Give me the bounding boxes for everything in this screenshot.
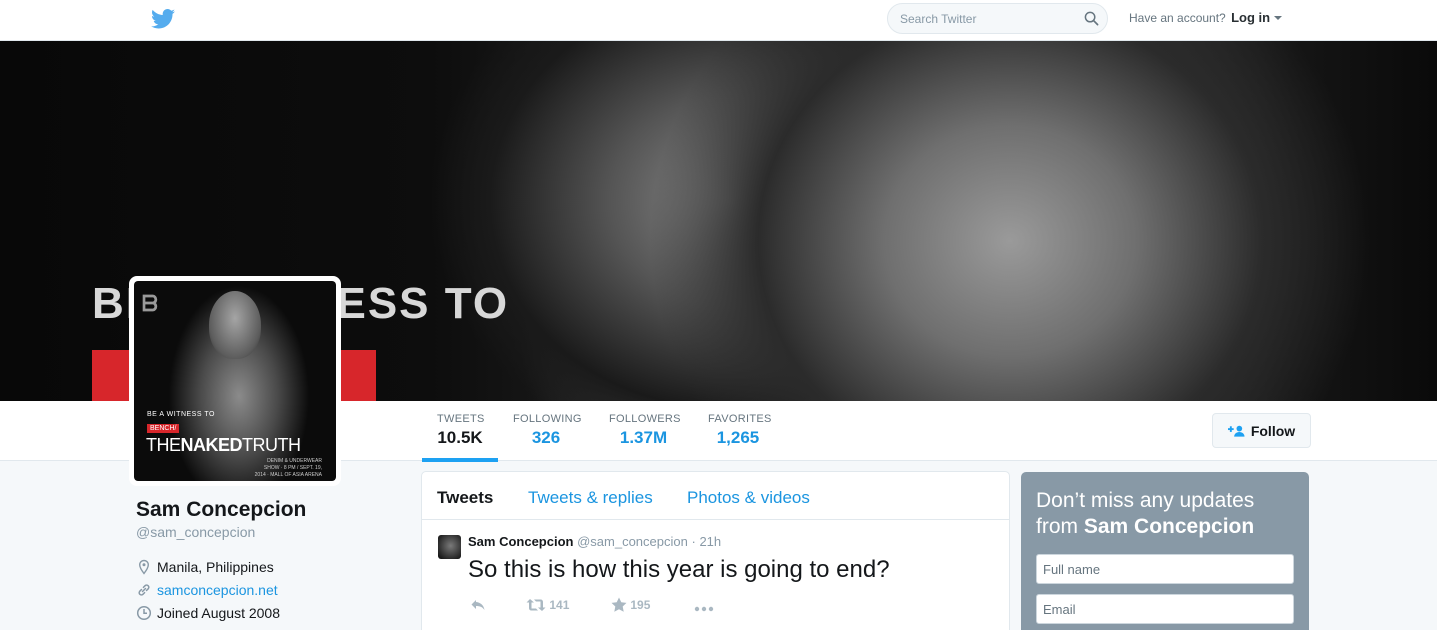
- link-icon: [138, 584, 150, 596]
- timeline: Tweets Tweets & replies Photos & videos …: [421, 471, 1010, 630]
- stat-value: 326: [531, 428, 561, 447]
- tweet-item[interactable]: Sam Concepcion @sam_concepcion · 21h So …: [422, 521, 1009, 630]
- tweet-author-handle[interactable]: @sam_concepcion: [577, 534, 688, 549]
- tweet-header: Sam Concepcion @sam_concepcion · 21h: [468, 534, 721, 549]
- add-user-icon: [1227, 425, 1245, 437]
- location-text: Manila, Philippines: [157, 559, 274, 575]
- stat-label: FOLLOWING: [513, 413, 582, 425]
- more-dots-icon: [694, 606, 714, 612]
- stat-following[interactable]: FOLLOWING 326: [513, 413, 582, 448]
- stat-label: FAVORITES: [708, 413, 772, 425]
- stat-tweets[interactable]: TWEETS 10.5K: [422, 413, 498, 462]
- search-icon[interactable]: [1084, 11, 1099, 26]
- stat-value: 1,265: [716, 428, 760, 447]
- bench-logo-icon: ᗷ: [142, 291, 158, 316]
- favorite-count: 195: [630, 598, 651, 612]
- signup-title-name: Sam Concepcion: [1083, 515, 1255, 538]
- top-navigation: Have an account? Log in: [0, 0, 1437, 41]
- fullname-field[interactable]: [1036, 554, 1294, 584]
- reply-button[interactable]: [470, 597, 486, 613]
- twitter-bird-icon[interactable]: [151, 8, 175, 30]
- avatar-title-the: THE: [146, 435, 181, 455]
- stat-label: TWEETS: [437, 413, 485, 425]
- account-menu: Have an account? Log in: [1129, 10, 1283, 25]
- avatar-image: ᗷ BE A WITNESS TO BENCH/ THENAKEDTRUTH D…: [134, 281, 336, 481]
- avatar-title-naked: NAKED: [180, 435, 243, 455]
- star-icon: [611, 597, 627, 612]
- tweet-author-name[interactable]: Sam Concepcion: [468, 534, 573, 549]
- timeline-tabs: Tweets Tweets & replies Photos & videos: [422, 472, 1009, 520]
- stat-favorites[interactable]: FAVORITES 1,265: [708, 413, 772, 448]
- stat-followers[interactable]: FOLLOWERS 1.37M: [609, 413, 681, 448]
- search-box[interactable]: [887, 3, 1108, 34]
- profile-location: Manila, Philippines: [136, 557, 274, 577]
- tab-tweets-replies[interactable]: Tweets & replies: [528, 488, 653, 508]
- avatar-meta: DENIM & UNDERWEAR SHOW · 8 PM / SEPT. 19…: [254, 458, 322, 478]
- stat-value: 10.5K: [437, 428, 483, 447]
- tweet-separator: ·: [691, 534, 696, 549]
- search-input[interactable]: [900, 11, 1070, 27]
- joined-text: Joined August 2008: [157, 605, 280, 621]
- reply-icon: [471, 600, 485, 610]
- avatar-figure: [209, 291, 261, 359]
- stat-label: FOLLOWERS: [609, 413, 681, 425]
- retweet-count: 141: [549, 598, 570, 612]
- avatar-brand: BENCH/: [147, 424, 180, 433]
- profile-handle[interactable]: @sam_concepcion: [136, 524, 255, 540]
- tab-tweets[interactable]: Tweets: [437, 488, 493, 508]
- tweet-avatar[interactable]: [438, 535, 461, 559]
- follow-button-label: Follow: [1250, 422, 1296, 439]
- tweet-timestamp[interactable]: 21h: [699, 534, 721, 549]
- website-link[interactable]: samconcepcion.net: [157, 582, 278, 598]
- signup-card: Don’t miss any updates from Sam Concepci…: [1021, 472, 1309, 630]
- location-pin-icon: [138, 559, 150, 575]
- more-button[interactable]: [694, 597, 714, 613]
- tweet-actions: 141 195: [468, 597, 768, 613]
- follow-button[interactable]: Follow: [1212, 413, 1311, 448]
- signup-title: Don’t miss any updates from Sam Concepci…: [1036, 488, 1296, 540]
- retweet-button[interactable]: 141: [526, 597, 569, 613]
- login-link[interactable]: Log in: [1231, 10, 1270, 25]
- retweet-icon: [526, 599, 546, 611]
- tab-photos-videos[interactable]: Photos & videos: [687, 488, 810, 508]
- chevron-down-icon[interactable]: [1274, 16, 1283, 20]
- tweet-text: So this is how this year is going to end…: [468, 556, 890, 583]
- profile-website: samconcepcion.net: [136, 580, 278, 600]
- account-prompt: Have an account?: [1129, 11, 1226, 25]
- profile-joined: Joined August 2008: [136, 603, 280, 623]
- favorite-button[interactable]: 195: [611, 597, 650, 613]
- profile-name[interactable]: Sam Concepcion: [136, 498, 306, 522]
- email-field[interactable]: [1036, 594, 1294, 624]
- avatar-title-truth: TRUTH: [242, 435, 301, 455]
- avatar-caption: BE A WITNESS TO: [147, 411, 215, 418]
- avatar-title: THENAKEDTRUTH: [146, 435, 301, 456]
- stat-value: 1.37M: [619, 428, 668, 447]
- profile-avatar[interactable]: ᗷ BE A WITNESS TO BENCH/ THENAKEDTRUTH D…: [129, 276, 341, 486]
- clock-icon: [136, 605, 152, 621]
